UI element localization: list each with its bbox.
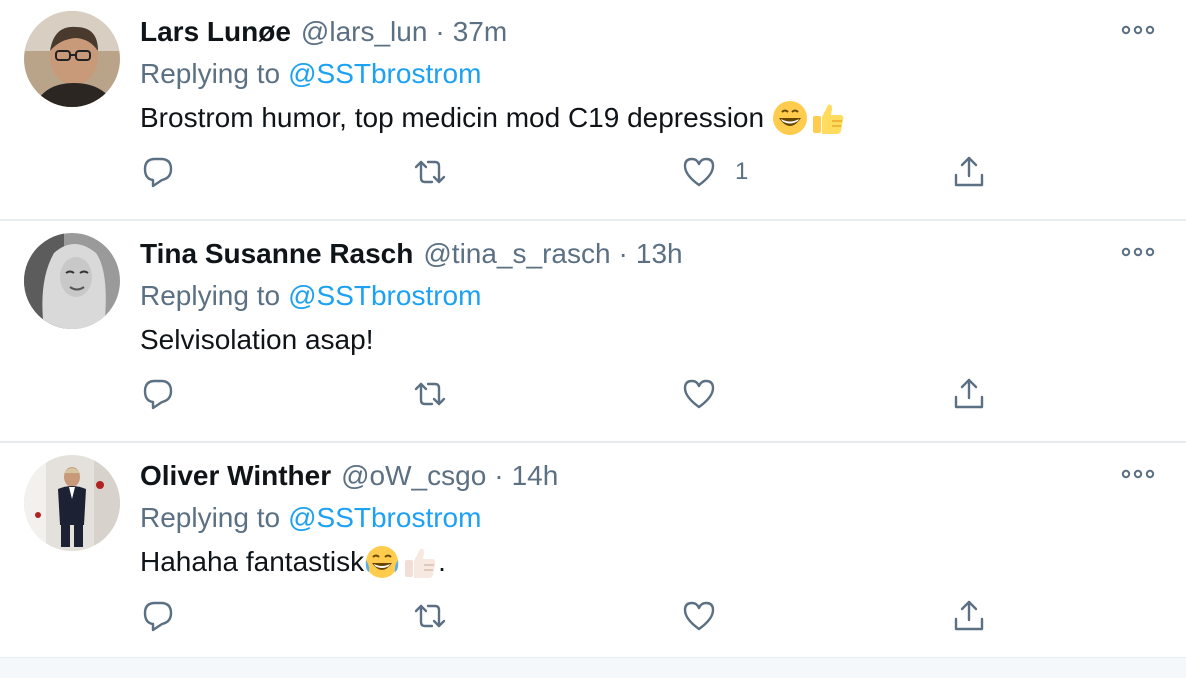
mention-link[interactable]: @SSTbrostrom xyxy=(288,280,481,311)
reply-button[interactable] xyxy=(140,372,176,416)
heart-icon xyxy=(681,376,717,412)
replying-to: Replying to @SSTbrostrom xyxy=(140,56,481,92)
tweet-actions xyxy=(0,372,1186,416)
display-name[interactable]: Oliver Winther xyxy=(140,460,331,491)
tweet-text-content: Hahaha fantastisk xyxy=(140,546,365,577)
retweet-button[interactable] xyxy=(412,372,448,416)
reply-button[interactable] xyxy=(140,150,176,194)
more-options-icon[interactable] xyxy=(1118,458,1158,490)
feed-divider xyxy=(0,657,1186,678)
mention-link[interactable]: @SSTbrostrom xyxy=(288,58,481,89)
display-name[interactable]: Tina Susanne Rasch xyxy=(140,238,413,269)
tweet-text-content: Selvisolation asap! xyxy=(140,324,374,355)
share-button[interactable] xyxy=(951,372,987,416)
like-count: 1 xyxy=(735,158,749,185)
like-button[interactable]: 1 xyxy=(681,150,748,194)
tears-of-joy-emoji xyxy=(364,544,400,580)
reply-icon xyxy=(140,598,176,634)
display-name[interactable]: Lars Lunøe xyxy=(140,16,291,47)
like-button[interactable] xyxy=(681,372,735,416)
share-icon xyxy=(951,154,987,190)
user-handle[interactable]: @tina_s_rasch xyxy=(423,238,610,269)
tweet-actions: 1 xyxy=(0,150,1186,194)
reply-icon xyxy=(140,154,176,190)
retweet-icon xyxy=(412,376,448,412)
replying-label: Replying to xyxy=(140,280,281,311)
separator-dot: · xyxy=(435,16,445,47)
share-button[interactable] xyxy=(951,150,987,194)
tweet-card[interactable]: Oliver Winther @oW_csgo · 14h Replying to @S… xyxy=(0,444,1186,657)
mention-link[interactable]: @SSTbrostrom xyxy=(288,502,481,533)
share-icon xyxy=(951,376,987,412)
replying-to: Replying to @SSTbrostrom xyxy=(140,278,481,314)
thumbs-up-emoji xyxy=(810,100,846,136)
reply-feed: Lars Lunøe @lars_lun · 37m Replying to @SSTb… xyxy=(0,0,1186,678)
tweet-text-trailing: . xyxy=(438,546,446,577)
tweet-text: Brostrom humor, top medicin mod C19 depr… xyxy=(140,98,846,138)
avatar[interactable] xyxy=(24,233,120,329)
retweet-button[interactable] xyxy=(412,594,448,638)
grinning-face-emoji xyxy=(772,100,808,136)
thumbs-up-light-emoji xyxy=(402,544,438,580)
retweet-button[interactable] xyxy=(412,150,448,194)
tweet-text: Hahaha fantastisk . xyxy=(140,542,446,582)
timestamp[interactable]: 37m xyxy=(453,16,507,47)
timestamp[interactable]: 13h xyxy=(636,238,683,269)
retweet-icon xyxy=(412,598,448,634)
tweet-header: Oliver Winther @oW_csgo · 14h xyxy=(140,458,558,494)
avatar[interactable] xyxy=(24,11,120,107)
tweet-text: Selvisolation asap! xyxy=(140,320,373,360)
more-options-icon[interactable] xyxy=(1118,14,1158,46)
share-button[interactable] xyxy=(951,594,987,638)
replying-label: Replying to xyxy=(140,502,281,533)
heart-icon xyxy=(681,154,717,190)
reply-button[interactable] xyxy=(140,594,176,638)
more-options-icon[interactable] xyxy=(1118,236,1158,268)
separator-dot: · xyxy=(618,238,628,269)
like-button[interactable] xyxy=(681,594,735,638)
user-handle[interactable]: @lars_lun xyxy=(301,16,427,47)
timestamp[interactable]: 14h xyxy=(512,460,559,491)
tweet-actions xyxy=(0,594,1186,638)
heart-icon xyxy=(681,598,717,634)
avatar[interactable] xyxy=(24,455,120,551)
separator-dot: · xyxy=(494,460,504,491)
reply-icon xyxy=(140,376,176,412)
tweet-text-content: Brostrom humor, top medicin mod C19 depr… xyxy=(140,102,772,133)
replying-label: Replying to xyxy=(140,58,281,89)
tweet-card[interactable]: Tina Susanne Rasch @tina_s_rasch · 13h Repl… xyxy=(0,222,1186,443)
share-icon xyxy=(951,598,987,634)
tweet-card[interactable]: Lars Lunøe @lars_lun · 37m Replying to @SSTb… xyxy=(0,0,1186,221)
replying-to: Replying to @SSTbrostrom xyxy=(140,500,481,536)
tweet-header: Lars Lunøe @lars_lun · 37m xyxy=(140,14,507,50)
retweet-icon xyxy=(412,154,448,190)
tweet-header: Tina Susanne Rasch @tina_s_rasch · 13h xyxy=(140,236,683,272)
user-handle[interactable]: @oW_csgo xyxy=(341,460,486,491)
